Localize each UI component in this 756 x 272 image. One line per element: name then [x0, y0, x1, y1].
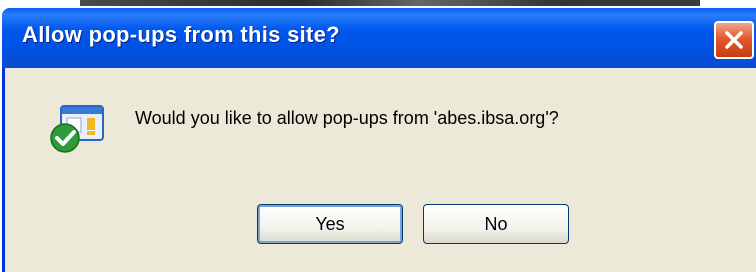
dialog-message: Would you like to allow pop-ups from 'ab…: [135, 108, 559, 128]
yes-button[interactable]: Yes: [257, 204, 403, 244]
popup-allowed-check-icon: [47, 102, 109, 154]
no-button[interactable]: No: [423, 204, 569, 244]
popup-dialog: Allow pop-ups from this site? Would you …: [2, 8, 756, 272]
dialog-content: Would you like to allow pop-ups from 'ab…: [5, 68, 756, 272]
title-bar[interactable]: Allow pop-ups from this site?: [2, 8, 756, 68]
close-icon: [725, 31, 743, 49]
background-window-edge: [0, 0, 756, 6]
dialog-title: Allow pop-ups from this site?: [22, 22, 340, 47]
close-button[interactable]: [714, 21, 754, 59]
